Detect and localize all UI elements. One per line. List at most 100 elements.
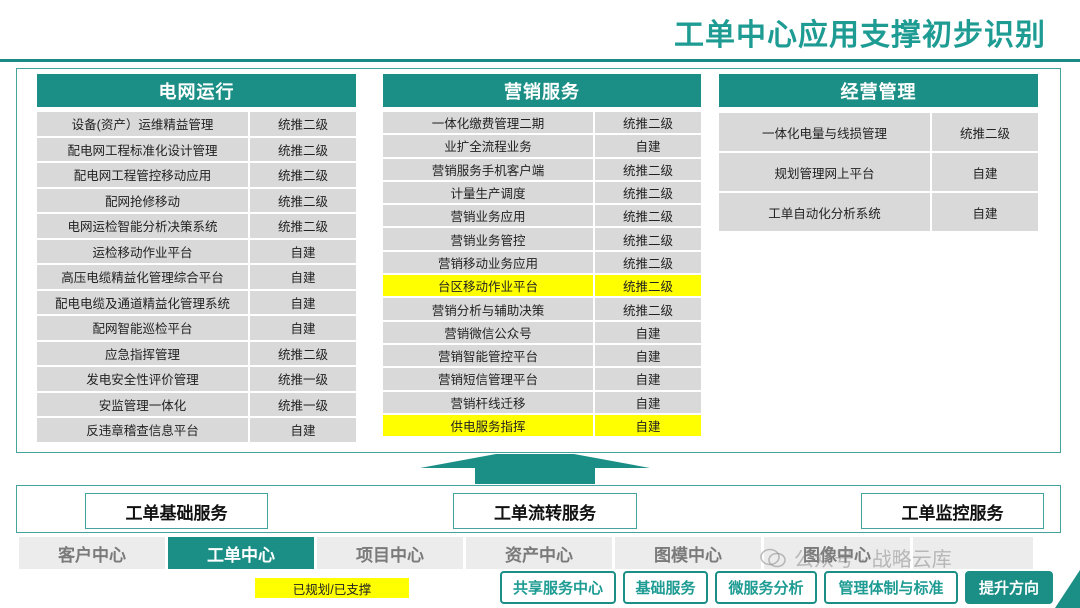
service-basic-box: 工单基础服务 <box>85 493 268 529</box>
tab-workorder-center[interactable]: 工单中心 <box>168 537 314 569</box>
table-row: 规划管理网上平台 自建 <box>719 153 1038 191</box>
app-name-cell: 应急指挥管理 <box>37 341 248 365</box>
table-row: 安监管理一体化 统推一级 <box>37 392 356 416</box>
app-name-cell: 营销业务管控 <box>383 228 593 250</box>
deploy-level-cell: 统推一级 <box>250 392 356 416</box>
table-row: 配网抢修移动 统推二级 <box>37 188 356 212</box>
app-name-cell: 营销微信公众号 <box>383 321 593 343</box>
table-row: 高压电缆精益化管理综合平台 自建 <box>37 265 356 289</box>
table-row: 工单自动化分析系统 自建 <box>719 193 1038 231</box>
table-row: 营销业务应用 统推二级 <box>383 205 701 227</box>
title-divider <box>0 59 1080 62</box>
panel-marketing-title: 营销服务 <box>383 74 701 107</box>
deploy-level-cell: 统推二级 <box>595 112 701 134</box>
panel-business-title: 经营管理 <box>719 74 1038 107</box>
app-name-cell: 营销服务手机客户端 <box>383 158 593 180</box>
deploy-level-cell: 自建 <box>595 135 701 157</box>
deploy-level-cell: 统推二级 <box>595 298 701 320</box>
app-name-cell: 营销短信管理平台 <box>383 368 593 390</box>
deploy-level-cell: 统推二级 <box>595 205 701 227</box>
deploy-level-cell: 自建 <box>250 290 356 314</box>
deploy-level-cell: 自建 <box>250 316 356 340</box>
service-flow-box: 工单流转服务 <box>453 493 637 529</box>
table-row: 反违章稽查信息平台 自建 <box>37 418 356 442</box>
table-row: 发电安全性评价管理 统推一级 <box>37 367 356 391</box>
deploy-level-cell: 自建 <box>595 368 701 390</box>
table-row: 配电网工程管控移动应用 统推二级 <box>37 163 356 187</box>
deploy-level-cell: 统推二级 <box>595 228 701 250</box>
watermark-text: 公众号 · 战略云库 <box>794 549 952 571</box>
app-name-cell: 营销分析与辅助决策 <box>383 298 593 320</box>
deploy-level-cell: 自建 <box>595 321 701 343</box>
management-standard-button[interactable]: 管理体制与标准 <box>824 571 958 604</box>
table-row: 配电网工程标准化设计管理 统推二级 <box>37 137 356 161</box>
up-arrow-icon <box>420 454 650 484</box>
tab-asset-center[interactable]: 资产中心 <box>466 537 612 569</box>
deploy-level-cell: 自建 <box>595 391 701 413</box>
wechat-icon <box>760 548 786 567</box>
panel-marketing-service: 营销服务 一体化缴费管理二期 统推二级 业扩全流程业务 自建 营销服务手机客户端 统推二级… <box>383 74 701 438</box>
deploy-level-cell: 统推二级 <box>595 275 701 297</box>
table-row: 配电电缆及通道精益化管理系统 自建 <box>37 290 356 314</box>
corner-decoration <box>1055 570 1080 608</box>
app-name-cell: 电网运检智能分析决策系统 <box>37 214 248 238</box>
deploy-level-cell: 统推二级 <box>250 112 356 136</box>
deploy-level-cell: 统推二级 <box>250 341 356 365</box>
table-row: 业扩全流程业务 自建 <box>383 135 701 157</box>
deploy-level-cell: 统推二级 <box>595 251 701 274</box>
deploy-level-cell: 统推二级 <box>932 113 1038 151</box>
app-name-cell: 营销智能管控平台 <box>383 344 593 367</box>
table-row: 应急指挥管理 统推二级 <box>37 341 356 365</box>
tab-project-center[interactable]: 项目中心 <box>317 537 463 569</box>
deploy-level-cell: 自建 <box>595 414 701 437</box>
panel-marketing-rows: 一体化缴费管理二期 统推二级 业扩全流程业务 自建 营销服务手机客户端 统推二级 计量生产调… <box>383 112 701 437</box>
app-name-cell: 营销杆线迁移 <box>383 391 593 413</box>
table-row: 营销业务管控 统推二级 <box>383 228 701 250</box>
app-name-cell: 营销业务应用 <box>383 205 593 227</box>
app-name-cell: 规划管理网上平台 <box>719 153 930 191</box>
app-name-cell: 高压电缆精益化管理综合平台 <box>37 265 248 289</box>
improvement-direction-button[interactable]: 提升方向 <box>965 571 1053 604</box>
table-row: 营销移动业务应用 统推二级 <box>383 251 701 274</box>
app-name-cell: 业扩全流程业务 <box>383 135 593 157</box>
tab-customer-center[interactable]: 客户中心 <box>19 537 165 569</box>
app-name-cell: 台区移动作业平台 <box>383 275 593 297</box>
tab-graph-model-center[interactable]: 图模中心 <box>615 537 761 569</box>
table-row: 营销杆线迁移 自建 <box>383 391 701 413</box>
app-name-cell: 工单自动化分析系统 <box>719 193 930 231</box>
deploy-level-cell: 统推二级 <box>250 214 356 238</box>
basic-service-button[interactable]: 基础服务 <box>623 571 708 604</box>
app-name-cell: 配电网工程管控移动应用 <box>37 163 248 187</box>
app-name-cell: 设备(资产）运维精益管理 <box>37 112 248 136</box>
deploy-level-cell: 自建 <box>595 344 701 367</box>
deploy-level-cell: 统推二级 <box>595 158 701 180</box>
shared-service-center-button[interactable]: 共享服务中心 <box>500 571 616 604</box>
panel-grid-operation: 电网运行 设备(资产）运维精益管理 统推二级 配电网工程标准化设计管理 统推二级 配电网… <box>37 74 356 444</box>
deploy-level-cell: 统推二级 <box>250 188 356 212</box>
watermark: 公众号 · 战略云库 <box>760 543 952 572</box>
deploy-level-cell: 统推二级 <box>250 163 356 187</box>
app-name-cell: 发电安全性评价管理 <box>37 367 248 391</box>
app-name-cell: 配网智能巡检平台 <box>37 316 248 340</box>
table-row: 营销服务手机客户端 统推二级 <box>383 158 701 180</box>
app-name-cell: 反违章稽查信息平台 <box>37 418 248 442</box>
app-name-cell: 供电服务指挥 <box>383 414 593 437</box>
table-row: 营销微信公众号 自建 <box>383 321 701 343</box>
app-name-cell: 运检移动作业平台 <box>37 239 248 263</box>
microservice-analysis-button[interactable]: 微服务分析 <box>715 571 817 604</box>
service-monitor-box: 工单监控服务 <box>861 493 1044 529</box>
panel-business-management: 经营管理 一体化电量与线损管理 统推二级 规划管理网上平台 自建 工单自动化分析系统 自建 <box>719 74 1038 233</box>
bottom-nav: 共享服务中心 基础服务 微服务分析 管理体制与标准 提升方向 <box>500 571 1053 604</box>
deploy-level-cell: 统推二级 <box>595 181 701 204</box>
deploy-level-cell: 自建 <box>932 193 1038 231</box>
panel-business-rows: 一体化电量与线损管理 统推二级 规划管理网上平台 自建 工单自动化分析系统 自建 <box>719 113 1038 231</box>
app-name-cell: 安监管理一体化 <box>37 392 248 416</box>
page-title: 工单中心应用支撑初步识别 <box>674 19 1046 52</box>
deploy-level-cell: 自建 <box>250 239 356 263</box>
table-row: 计量生产调度 统推二级 <box>383 181 701 204</box>
panel-grid-title: 电网运行 <box>37 74 356 107</box>
app-name-cell: 配电网工程标准化设计管理 <box>37 137 248 161</box>
table-row: 电网运检智能分析决策系统 统推二级 <box>37 214 356 238</box>
deploy-level-cell: 统推二级 <box>250 137 356 161</box>
deploy-level-cell: 自建 <box>932 153 1038 191</box>
